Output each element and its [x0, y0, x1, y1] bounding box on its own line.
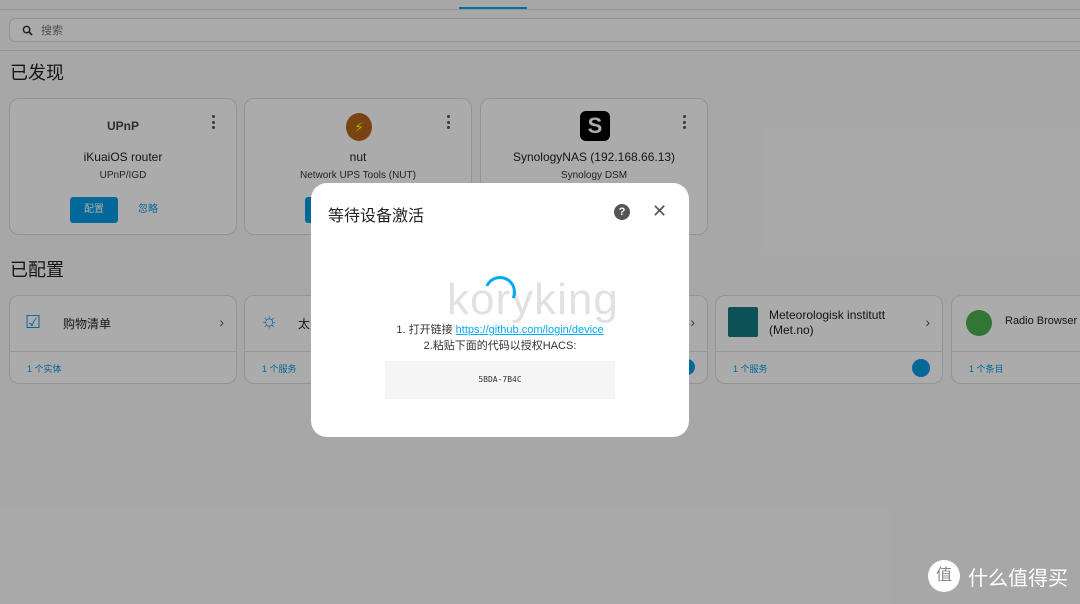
watermark: koryking [447, 275, 619, 324]
dialog-title: 等待设备激活 [328, 208, 425, 225]
step-2: 2.粘贴下面的代码以授权HACS: [423, 340, 577, 352]
close-icon[interactable]: ✕ [652, 201, 667, 222]
brand-text: 什么值得买 [968, 567, 1068, 590]
help-icon[interactable]: ? [614, 204, 630, 220]
github-device-link[interactable]: https://github.com/login/device [456, 324, 604, 336]
brand-watermark: 值 什么值得买 [928, 560, 1068, 592]
brand-logo-icon: 值 [928, 560, 960, 592]
step-1: 1. 打开链接 https://github.com/login/device [311, 321, 689, 337]
device-activation-dialog: 等待设备激活 ? ✕ koryking 1. 打开链接 https://gith… [311, 183, 689, 437]
step-1-text: 1. 打开链接 [396, 324, 456, 336]
device-code[interactable]: 5BDA-7B4C [385, 361, 615, 399]
